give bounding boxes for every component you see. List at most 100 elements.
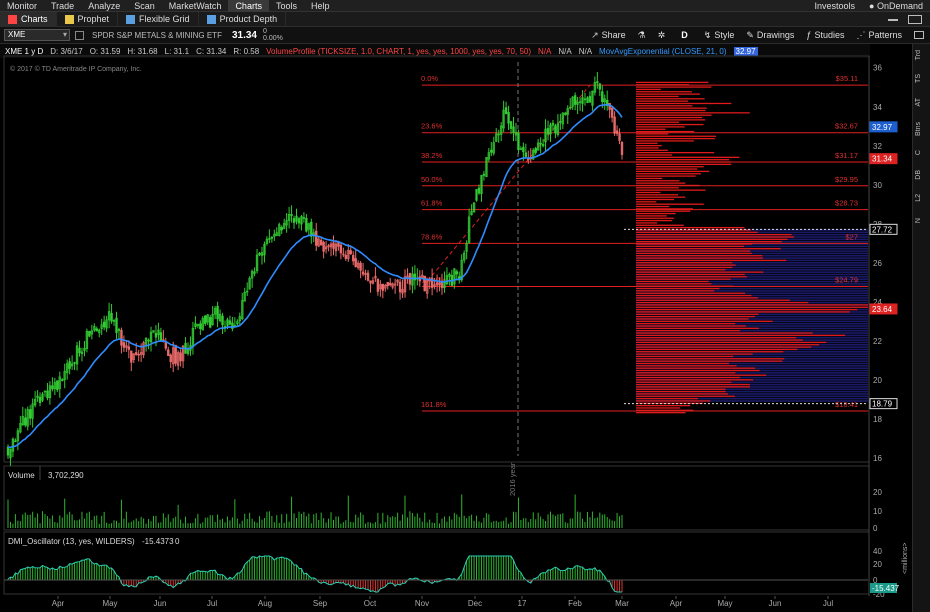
candle-body xyxy=(361,271,365,275)
dmi-axis-label: 40 xyxy=(873,547,882,556)
volume-profile-bar xyxy=(636,294,752,297)
side-tab-trd[interactable]: Trd xyxy=(915,50,929,60)
price-axis-label: 20 xyxy=(873,376,882,385)
symbol-selector[interactable]: XME xyxy=(4,29,70,41)
candle-body xyxy=(115,317,118,333)
volume-profile-bar xyxy=(636,404,691,407)
candle-body xyxy=(159,332,163,341)
volume-profile-bar xyxy=(636,217,674,219)
candle-body xyxy=(147,339,150,342)
candle-body xyxy=(339,244,343,254)
volume-unit-label: <millions> xyxy=(902,542,909,574)
volume-axis-label: 0 xyxy=(873,524,878,533)
drawings-button[interactable]: ✎ Drawings xyxy=(740,27,800,44)
maximize-icon[interactable] xyxy=(908,14,922,24)
time-axis-label: May xyxy=(717,599,732,608)
menu-ondemand[interactable]: ● OnDemand xyxy=(862,0,930,12)
change-value: 0 xyxy=(262,28,267,35)
candle-body xyxy=(608,103,611,110)
time-axis-label: Jun xyxy=(769,599,782,608)
candle-body xyxy=(381,283,385,291)
volume-profile-bar xyxy=(636,327,759,329)
patterns-button[interactable]: ⋰ Patterns xyxy=(850,27,908,44)
fib-price-label: $28.73 xyxy=(835,199,858,208)
subtab-charts[interactable]: Charts xyxy=(0,11,57,27)
volume-profile-bar xyxy=(636,276,747,278)
price-axis-label: 26 xyxy=(873,259,882,268)
volume-profile-bar xyxy=(636,283,712,285)
menu-analyze[interactable]: Analyze xyxy=(81,0,127,12)
studies-button[interactable]: ƒ Studies xyxy=(800,27,850,44)
menu-charts[interactable]: Charts xyxy=(228,0,269,12)
subtab-flexible-grid[interactable]: Flexible Grid xyxy=(118,11,199,27)
volume-profile-bar xyxy=(636,121,680,123)
candle-body xyxy=(199,323,202,330)
volume-profile-bar xyxy=(636,290,715,292)
layout-button[interactable] xyxy=(908,27,930,44)
right-side-panel: Trd TS AT Btns C DB L2 N xyxy=(912,44,930,612)
candle-body xyxy=(477,187,481,194)
volume-profile-bar xyxy=(636,386,751,388)
share-button[interactable]: ↗ Share xyxy=(585,27,632,44)
subtab-prophet[interactable]: Prophet xyxy=(57,11,119,27)
candle-body xyxy=(204,315,207,324)
side-tab-n[interactable]: N xyxy=(915,218,929,223)
candle-body xyxy=(573,95,577,105)
subtab-product-depth[interactable]: Product Depth xyxy=(199,11,287,27)
volume-profile-bar xyxy=(636,168,698,170)
candle-body xyxy=(305,218,308,232)
volume-profile-bar xyxy=(636,191,661,194)
volume-profile-bar xyxy=(636,198,674,201)
side-tab-l2[interactable]: L2 xyxy=(915,194,929,202)
menu-marketwatch[interactable]: MarketWatch xyxy=(162,0,229,12)
candle-body xyxy=(539,142,542,145)
candle-body xyxy=(534,147,537,153)
candle-body xyxy=(332,242,335,249)
dmi-line xyxy=(7,555,622,593)
candle-body xyxy=(613,116,616,134)
volume-profile-bar xyxy=(636,140,694,142)
volume-profile-bar xyxy=(636,152,715,154)
menu-monitor[interactable]: Monitor xyxy=(0,0,44,12)
side-tab-db[interactable]: DB xyxy=(915,170,929,180)
flask-button[interactable]: ⚗ xyxy=(632,27,652,44)
candle-body xyxy=(588,95,592,103)
price-axis-label: 36 xyxy=(873,64,882,73)
volume-profile-bar xyxy=(636,102,732,105)
volume-profile-bar xyxy=(636,299,790,301)
side-tab-btns[interactable]: Btns xyxy=(915,122,929,136)
volume-profile-bar xyxy=(636,348,798,351)
side-tab-ts[interactable]: TS xyxy=(915,74,929,83)
side-tab-c[interactable]: C xyxy=(915,150,929,155)
menu-trade[interactable]: Trade xyxy=(44,0,81,12)
volume-profile-bar xyxy=(636,212,676,215)
side-tab-at[interactable]: AT xyxy=(915,98,929,106)
menu-tools[interactable]: Tools xyxy=(269,0,304,12)
volume-profile-bar xyxy=(636,219,673,222)
price-chart-area[interactable]: © 2017 © TD Ameritrade IP Company, Inc. 3… xyxy=(0,44,912,612)
volume-profile-bar xyxy=(636,137,715,140)
time-axis-label: 17 xyxy=(518,599,527,608)
volume-profile-bar xyxy=(636,105,693,107)
candle-body xyxy=(127,346,131,350)
candle-body xyxy=(398,281,402,293)
menu-help[interactable]: Help xyxy=(304,0,337,12)
fib-price-label: $27 xyxy=(845,232,858,241)
volume-profile-bar xyxy=(636,313,759,315)
minimize-icon[interactable] xyxy=(888,18,898,21)
settings-button[interactable]: ✲ xyxy=(652,27,672,44)
volume-profile-bar xyxy=(636,393,728,395)
candle-body xyxy=(258,253,261,256)
candle-body xyxy=(110,313,113,322)
volume-profile-bar xyxy=(636,116,703,119)
menu-scan[interactable]: Scan xyxy=(127,0,162,12)
volume-profile-bar xyxy=(636,369,760,372)
symbol-link-icon[interactable] xyxy=(75,30,84,40)
window-controls xyxy=(888,14,930,24)
menu-investools[interactable]: Investools xyxy=(808,0,863,12)
volume-profile-bar xyxy=(636,119,706,121)
period-button[interactable]: D xyxy=(671,27,698,44)
style-button[interactable]: ↯ Style xyxy=(698,27,741,44)
volume-profile-bar xyxy=(636,346,812,348)
volume-profile-bar xyxy=(636,325,746,327)
